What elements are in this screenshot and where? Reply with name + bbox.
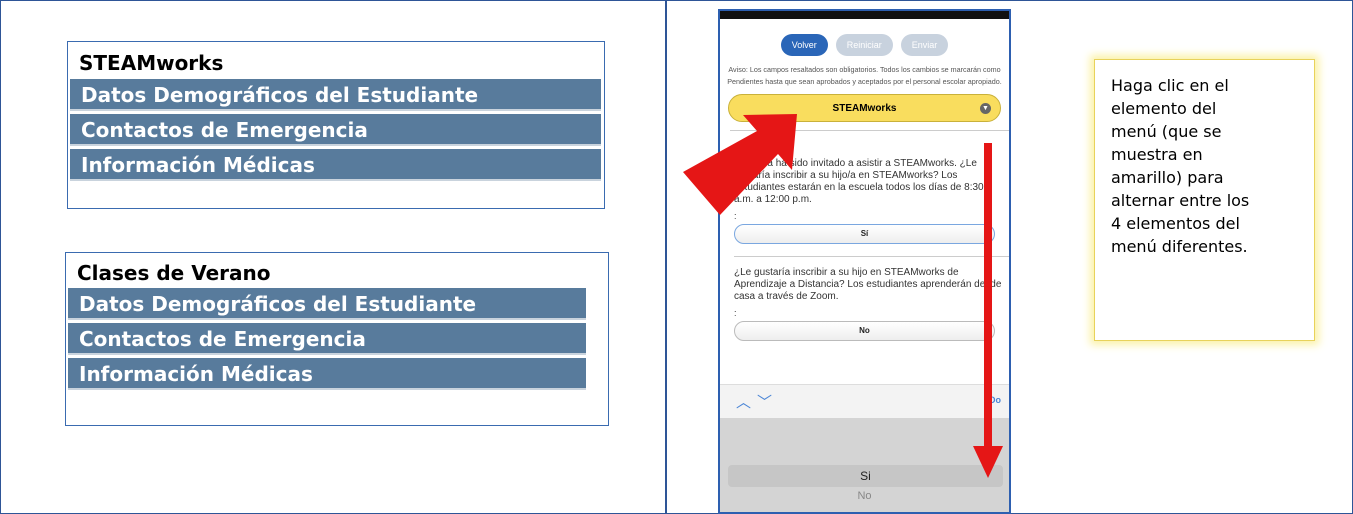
instruction-callout: Haga clic en el elemento del menú (que s… — [1094, 59, 1315, 341]
instruction-text: Haga clic en el elemento del menú (que s… — [1111, 76, 1250, 256]
down-arrow-icon — [973, 143, 1003, 478]
diagonal-arrow-icon — [683, 114, 797, 215]
